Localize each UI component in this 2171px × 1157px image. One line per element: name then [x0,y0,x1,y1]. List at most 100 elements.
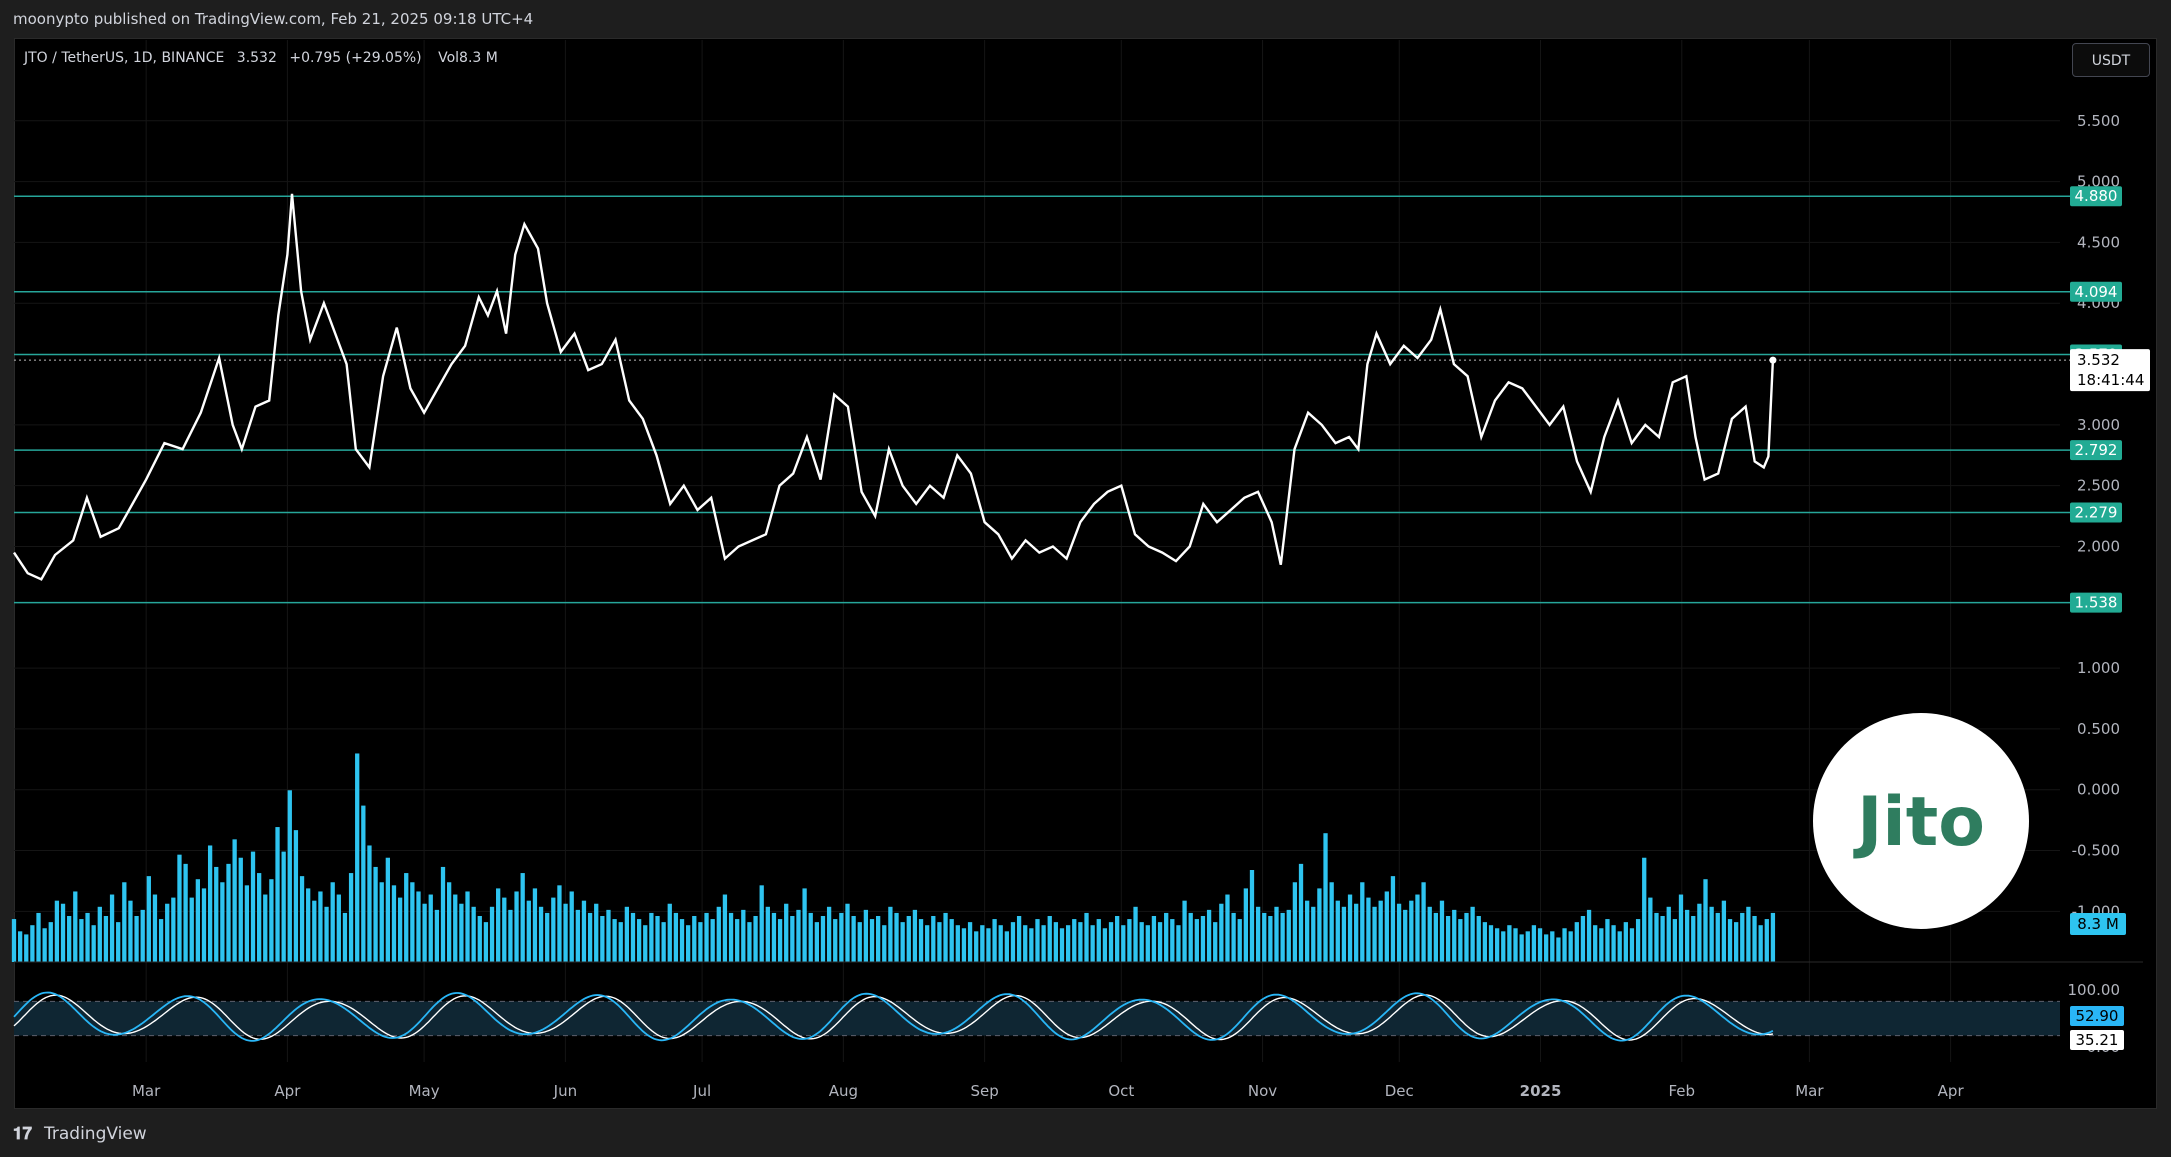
volume-bar [195,879,201,962]
volume-bar [158,919,164,962]
price-axis-label[interactable]: 1.000 [2077,659,2120,677]
volume-bar [1231,912,1236,962]
time-axis-label[interactable]: Dec [1385,1082,1414,1100]
price-axis-label[interactable]: 4.500 [2077,233,2120,251]
time-axis-label[interactable]: May [409,1082,440,1100]
time-axis-label[interactable]: Feb [1669,1082,1696,1100]
price-chart[interactable]: 5.5005.0004.5004.0003.0002.5002.0001.000… [0,0,2171,1157]
volume-bar [557,885,562,962]
volume-bar [526,900,531,962]
currency-button[interactable]: USDT [2072,43,2150,77]
volume-bar [882,925,887,962]
volume-bar [1740,912,1745,962]
volume-bar [152,894,158,962]
volume-bar [207,845,213,962]
time-axis-label[interactable]: Mar [1795,1082,1824,1100]
volume-bar [747,922,752,962]
volume-bar [1770,912,1776,962]
chart-legend[interactable]: JTO / TetherUS, 1D, BINANCE 3.532 +0.795… [24,46,498,70]
price-axis-label[interactable]: 3.000 [2077,416,2120,434]
volume-bar [1599,928,1604,962]
volume-bar [140,909,145,962]
volume-bar [428,894,433,962]
volume-bar [722,894,728,962]
volume-bar [759,885,764,962]
volume-bar [244,885,250,962]
volume-bar [483,922,489,962]
volume-bar [698,922,703,962]
time-axis-label[interactable]: Apr [274,1082,301,1100]
time-axis-label[interactable]: Apr [1938,1082,1965,1100]
volume-bar [1219,903,1224,962]
volume-bar [624,906,630,962]
volume-bar [293,830,299,962]
time-axis-label[interactable]: 2025 [1520,1082,1562,1100]
stochastic-axis-label[interactable]: 100.00 [2068,981,2121,999]
price-axis-label[interactable]: 0.000 [2077,781,2120,799]
volume-bar [109,894,115,962]
volume-bar [250,851,256,962]
volume-bar [851,916,856,962]
tradingview-logo-icon[interactable]: 𝟏𝟕 [13,1112,32,1157]
volume-bar [961,928,967,962]
volume-bar [1268,916,1273,962]
volume-bar [1286,909,1291,962]
jito-logo: Jito [1813,713,2029,929]
tradingview-brand[interactable]: TradingView [44,1112,147,1157]
volume-bar [1010,922,1016,962]
time-axis-label[interactable]: Nov [1248,1082,1277,1100]
volume-bar [508,909,513,962]
volume-bar [1507,925,1512,962]
time-axis[interactable]: Mar Apr May Jun Jul Aug Sep Oct Nov Dec 2025 Feb Mar… [132,1082,1964,1100]
support-resistance-levels[interactable] [14,195,2070,604]
volume-label: Vol8.3 M [438,50,498,66]
price-axis-label[interactable]: 2.000 [2077,537,2120,555]
volume-bar [134,916,139,962]
time-axis-label[interactable]: Mar [132,1082,161,1100]
volume-bar [716,906,721,962]
volume-bar [1691,916,1696,962]
volume-bar [765,906,770,962]
price-axis-label[interactable]: 2.500 [2077,477,2120,495]
price-axis-label[interactable]: 5.500 [2077,112,2120,130]
last-price-label: 3.532 [236,50,277,66]
volume-bar [1544,934,1549,962]
price-axis-label[interactable]: -0.500 [2072,842,2120,860]
volume-bar [1568,931,1573,962]
volume-bar [1065,925,1071,962]
volume-bar [1648,897,1653,962]
time-axis-label[interactable]: Jul [692,1082,711,1100]
volume-bar [1249,870,1255,962]
volume-bar [1519,934,1524,962]
level-tag-label: 4.094 [2075,283,2118,301]
volume-bar [692,916,697,962]
volume-bar [116,922,121,962]
volume-bar [1623,922,1628,962]
time-axis-label[interactable]: Aug [829,1082,858,1100]
volume-bar [1452,909,1457,962]
time-axis-label[interactable]: Oct [1108,1082,1134,1100]
volume-bar [1194,919,1199,962]
volume-bar [612,919,617,962]
last-price-tag-value: 3.532 [2077,351,2120,369]
volume-bar [453,894,458,962]
volume-bar [1501,931,1506,962]
volume-bar [201,888,207,962]
volume-bar [943,912,948,962]
volume-bar [955,925,960,962]
volume-bar [183,863,188,962]
time-axis-label[interactable]: Sep [970,1082,998,1100]
volume-bar [263,894,268,962]
volume-bar [1090,925,1095,962]
volume-bar [410,882,415,962]
volume-bar [275,827,280,962]
volume-bar [1347,894,1353,962]
volume-bar [1427,906,1432,962]
volume-bar [931,916,936,962]
time-axis-label[interactable]: Jun [553,1082,577,1100]
volume-bar [869,919,875,962]
volume-bar [1151,916,1157,962]
price-axis-label[interactable]: 0.500 [2077,720,2120,738]
volume-bar [784,903,789,962]
volume-bar [1108,922,1114,962]
